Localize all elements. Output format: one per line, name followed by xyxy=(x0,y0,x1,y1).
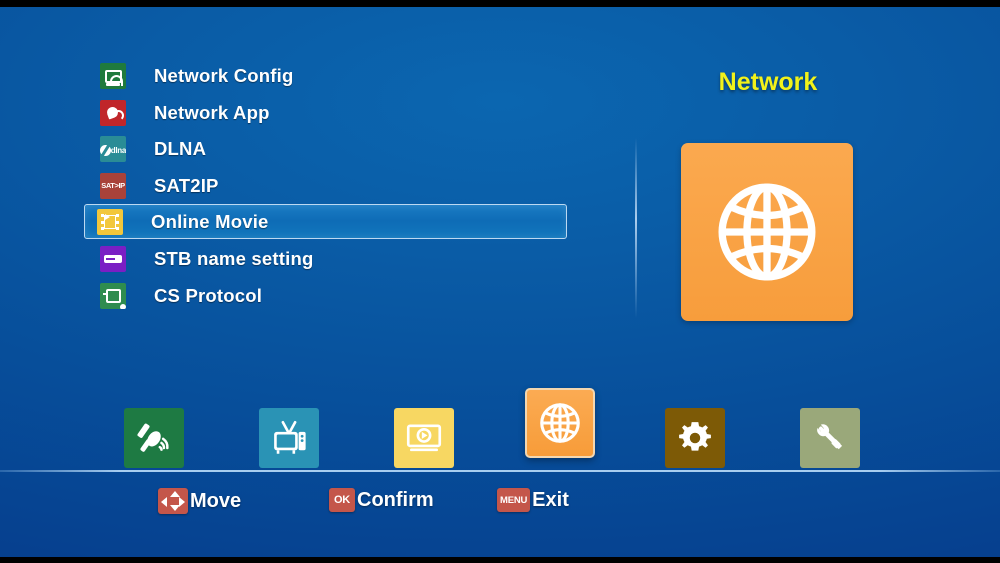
online-movie-icon xyxy=(97,208,123,235)
menu-item-stb-name-setting[interactable]: STB name setting xyxy=(88,241,578,278)
menu-item-online-movie[interactable]: Online Movie xyxy=(84,204,567,240)
sat2ip-icon: SAT>IP xyxy=(100,173,126,200)
dpad-icon xyxy=(158,488,188,514)
menu-item-network-app[interactable]: Network App xyxy=(88,95,578,132)
tools-icon xyxy=(817,424,843,450)
category-tile-settings[interactable] xyxy=(665,408,725,468)
menu-item-label: Network App xyxy=(154,101,270,123)
menu-item-label: DLNA xyxy=(154,138,207,160)
category-bar xyxy=(0,385,1000,470)
hint-label: Confirm xyxy=(357,488,434,511)
network-menu-list: Network Config Network App dlna DLNA SAT… xyxy=(84,58,578,315)
menu-item-sat2ip[interactable]: SAT>IP SAT2IP xyxy=(88,168,578,205)
menu-item-label: CS Protocol xyxy=(154,284,263,306)
stb-name-icon xyxy=(100,246,126,273)
category-tile-satellite[interactable] xyxy=(124,408,184,468)
dlna-icon-text: dlna xyxy=(110,145,126,155)
globe-icon xyxy=(718,183,816,281)
category-tile-media[interactable] xyxy=(394,408,454,468)
network-preview-tile xyxy=(681,143,853,321)
globe-icon xyxy=(540,403,580,443)
category-tile-tv[interactable] xyxy=(259,408,319,468)
network-config-icon xyxy=(100,63,126,90)
menu-item-dlna[interactable]: dlna DLNA xyxy=(88,131,578,168)
menu-item-label: STB name setting xyxy=(154,248,314,270)
hint-label: Move xyxy=(190,489,242,512)
menu-item-network-config[interactable]: Network Config xyxy=(88,58,578,95)
ok-key-badge: OK xyxy=(329,488,355,512)
dlna-icon: dlna xyxy=(100,136,126,163)
satellite-dish-icon xyxy=(137,423,169,452)
menu-item-cs-protocol[interactable]: CS Protocol xyxy=(88,278,578,315)
hint-move: Move xyxy=(158,488,241,514)
menu-key-badge: MENU xyxy=(497,488,531,512)
hint-exit: MENU Exit xyxy=(497,488,569,512)
footer-hints: Move OK Confirm MENU Exit xyxy=(0,488,1000,522)
category-tile-network[interactable] xyxy=(525,388,595,458)
media-player-icon xyxy=(406,424,442,452)
menu-item-label: Online Movie xyxy=(151,210,269,232)
menu-item-label: SAT2IP xyxy=(154,175,219,197)
category-tile-tools[interactable] xyxy=(800,408,860,468)
gear-icon xyxy=(679,422,711,451)
page-title: Network xyxy=(718,68,818,96)
sat2ip-icon-text: SAT>IP xyxy=(101,181,125,191)
stb-settings-screen: Network Config Network App dlna DLNA SAT… xyxy=(0,0,1000,563)
top-letterbox-bar xyxy=(0,0,1000,7)
hint-confirm: OK Confirm xyxy=(329,488,434,512)
bottom-letterbox-bar xyxy=(0,557,1000,563)
panel-divider xyxy=(635,138,637,318)
network-app-icon xyxy=(100,99,126,126)
cs-protocol-icon xyxy=(100,282,126,309)
hint-label: Exit xyxy=(532,488,569,511)
television-icon xyxy=(274,420,306,454)
footer-separator xyxy=(0,470,1000,472)
menu-item-label: Network Config xyxy=(154,65,294,87)
